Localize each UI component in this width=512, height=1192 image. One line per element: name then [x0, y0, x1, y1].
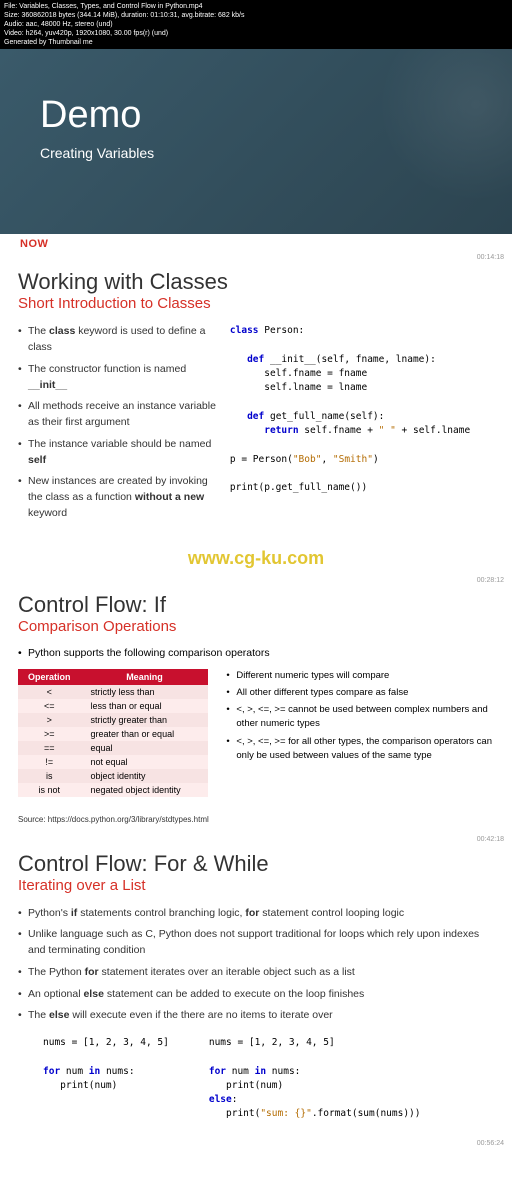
table-row: <=less than or equal — [18, 699, 208, 713]
note-item: <, >, <=, >= for all other types, the co… — [226, 735, 494, 764]
table-row: isobject identity — [18, 769, 208, 783]
note-item: Different numeric types will compare — [226, 669, 494, 683]
table-row: >strictly greater than — [18, 713, 208, 727]
operators-table: OperationMeaning <strictly less than<=le… — [18, 669, 208, 797]
video-metadata: File: Variables, Classes, Types, and Con… — [0, 0, 512, 49]
bullet-item: The class keyword is used to define a cl… — [18, 324, 218, 356]
bullet-item: All methods receive an instance variable… — [18, 399, 218, 431]
meta-file: File: Variables, Classes, Types, and Con… — [4, 2, 508, 11]
table-header: Meaning — [81, 669, 209, 685]
section-classes: Working with Classes Short Introduction … — [0, 261, 512, 539]
demo-subtitle: Creating Variables — [40, 145, 472, 161]
timestamp-3: 00:42:18 — [0, 836, 512, 843]
table-row: ==equal — [18, 741, 208, 755]
classes-code: class Person: def __init__(self, fname, … — [230, 324, 494, 495]
timestamp-2: 00:28:12 — [0, 577, 512, 584]
timestamp-4: 00:56:24 — [0, 1140, 512, 1147]
classes-subtitle: Short Introduction to Classes — [18, 295, 494, 312]
table-row: is notnegated object identity — [18, 783, 208, 797]
source-link: Source: https://docs.python.org/3/librar… — [18, 815, 494, 824]
now-logo: NOW — [0, 234, 512, 254]
bullet-item: The else will execute even if the there … — [18, 1008, 494, 1024]
classes-bullets: The class keyword is used to define a cl… — [18, 324, 218, 521]
controlfor-title: Control Flow: For & While — [18, 851, 494, 877]
table-header: Operation — [18, 669, 81, 685]
section-controlfor: Control Flow: For & While Iterating over… — [0, 843, 512, 1140]
bullet-item: New instances are created by invoking th… — [18, 474, 218, 521]
controlif-lead: Python supports the following comparison… — [18, 647, 494, 659]
demo-title: Demo — [40, 94, 472, 137]
bullet-item: Unlike language such as C, Python does n… — [18, 927, 494, 959]
section-controlif: Control Flow: If Comparison Operations P… — [0, 584, 512, 836]
table-row: !=not equal — [18, 755, 208, 769]
bullet-item: Python's if statements control branching… — [18, 906, 494, 922]
timestamp-1: 00:14:18 — [0, 254, 512, 261]
controlfor-bullets: Python's if statements control branching… — [18, 906, 494, 1025]
bullet-item: The constructor function is named __init… — [18, 362, 218, 394]
demo-slide: Demo Creating Variables — [0, 49, 512, 234]
meta-generated: Generated by Thumbnail me — [4, 38, 508, 47]
bullet-item: The instance variable should be named se… — [18, 437, 218, 469]
controlif-title: Control Flow: If — [18, 592, 494, 618]
meta-size: Size: 360862018 bytes (344.14 MiB), dura… — [4, 11, 508, 20]
controlfor-subtitle: Iterating over a List — [18, 877, 494, 894]
bullet-item: An optional else statement can be added … — [18, 987, 494, 1003]
for-code-left: nums = [1, 2, 3, 4, 5] for num in nums: … — [43, 1036, 169, 1122]
note-item: <, >, <=, >= cannot be used between comp… — [226, 703, 494, 732]
meta-audio: Audio: aac, 48000 Hz, stereo (und) — [4, 20, 508, 29]
meta-video: Video: h264, yuv420p, 1920x1080, 30.00 f… — [4, 29, 508, 38]
note-item: All other different types compare as fal… — [226, 686, 494, 700]
classes-title: Working with Classes — [18, 269, 494, 295]
operators-notes: Different numeric types will compare All … — [226, 669, 494, 797]
table-row: >=greater than or equal — [18, 727, 208, 741]
watermark: www.cg-ku.com — [0, 540, 512, 577]
for-code-right: nums = [1, 2, 3, 4, 5] for num in nums: … — [209, 1036, 421, 1122]
bullet-item: The Python for statement iterates over a… — [18, 965, 494, 981]
table-row: <strictly less than — [18, 685, 208, 699]
controlif-subtitle: Comparison Operations — [18, 618, 494, 635]
